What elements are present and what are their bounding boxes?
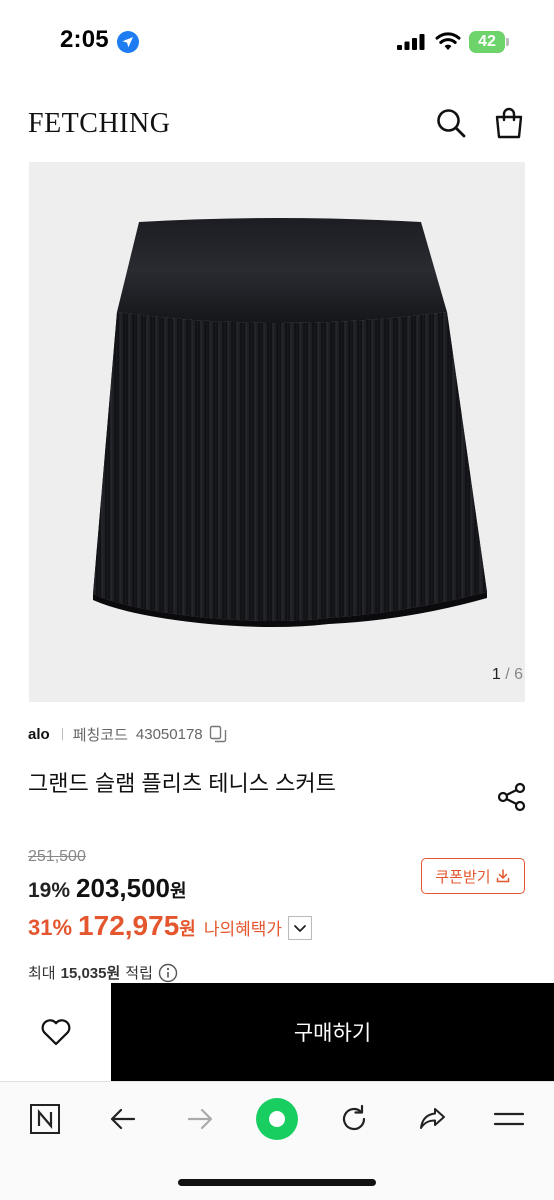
original-price: 251,500 (28, 848, 86, 865)
benefit-expand-button[interactable] (288, 916, 313, 940)
share-arrow-icon (420, 1108, 445, 1129)
benefit-label: 나의혜택가 (203, 920, 283, 939)
share-page-button[interactable] (410, 1099, 454, 1139)
benefit-price-currency: 원 (179, 919, 196, 939)
share-button[interactable] (496, 781, 528, 813)
wifi-icon (435, 32, 461, 50)
naver-home-button[interactable] (23, 1099, 67, 1139)
product-image-skirt (93, 218, 487, 627)
coupon-download-button[interactable]: 쿠폰받기 (421, 858, 525, 894)
meta-divider (61, 728, 63, 740)
menu-icon (493, 1112, 525, 1126)
green-dot-icon (256, 1098, 298, 1140)
buy-button[interactable]: 구매하기 (111, 983, 554, 1081)
shopping-bag-icon (495, 107, 523, 139)
copy-icon[interactable] (209, 725, 227, 743)
green-dot-button[interactable] (255, 1098, 299, 1140)
product-code-value: 43050178 (135, 725, 203, 743)
back-arrow-icon (110, 1108, 136, 1130)
image-counter-total: 6 (514, 666, 523, 683)
site-header: FETCHING (0, 96, 554, 152)
battery-level: 42 (478, 33, 496, 50)
naver-n-icon (30, 1104, 60, 1134)
purchase-bar: 구매하기 (0, 983, 554, 1081)
benefit-price: 172,975 (78, 910, 180, 941)
reload-button[interactable] (332, 1099, 376, 1139)
status-time: 2:05 (60, 26, 109, 53)
wishlist-button[interactable] (0, 983, 111, 1081)
points-value: 15,035원 (60, 965, 121, 982)
cellular-signal-icon (397, 34, 425, 50)
forward-arrow-icon (187, 1108, 213, 1130)
home-indicator (178, 1179, 376, 1186)
status-bar: 2:05 42 (0, 0, 554, 84)
coupon-label: 쿠폰받기 (435, 868, 491, 886)
product-code-label: 페칭코드 (72, 726, 128, 744)
image-counter-separator: / (500, 666, 515, 683)
image-counter-current: 1 (491, 666, 501, 683)
product-image-carousel[interactable]: 1 / 6 (29, 162, 525, 702)
share-icon (497, 782, 526, 812)
product-meta: alo 페칭코드 43050178 (28, 724, 227, 744)
sale-price-row: 19% 203,500 원 (28, 873, 187, 904)
battery-cap (506, 38, 509, 46)
back-button[interactable] (101, 1099, 145, 1139)
search-button[interactable] (434, 106, 468, 140)
brand-logo[interactable]: FETCHING (28, 108, 170, 140)
image-counter: 1 / 6 (492, 666, 523, 684)
reload-icon (342, 1104, 366, 1131)
heart-icon (41, 1019, 70, 1046)
product-title: 그랜드 슬램 플리츠 테니스 스커트 (28, 771, 336, 796)
points-prefix: 최대 (28, 965, 56, 982)
sale-price-currency: 원 (170, 881, 187, 901)
sale-discount: 19% (28, 879, 71, 902)
chevron-down-icon (294, 925, 306, 932)
menu-button[interactable] (487, 1099, 531, 1139)
points-row: 최대 15,035원 적립 (28, 962, 178, 983)
cart-button[interactable] (492, 106, 526, 140)
product-brand[interactable]: alo (28, 726, 50, 743)
search-icon (437, 109, 466, 138)
info-icon[interactable] (158, 963, 178, 983)
benefit-price-row: 31% 172,975 원 나의혜택가 (28, 910, 313, 942)
forward-button[interactable] (178, 1099, 222, 1139)
sale-price: 203,500 (76, 873, 171, 903)
location-arrow-icon (117, 31, 139, 53)
points-suffix: 적립 (125, 965, 153, 982)
battery-indicator: 42 (469, 31, 509, 53)
download-icon (496, 869, 509, 883)
benefit-discount: 31% (28, 915, 73, 940)
